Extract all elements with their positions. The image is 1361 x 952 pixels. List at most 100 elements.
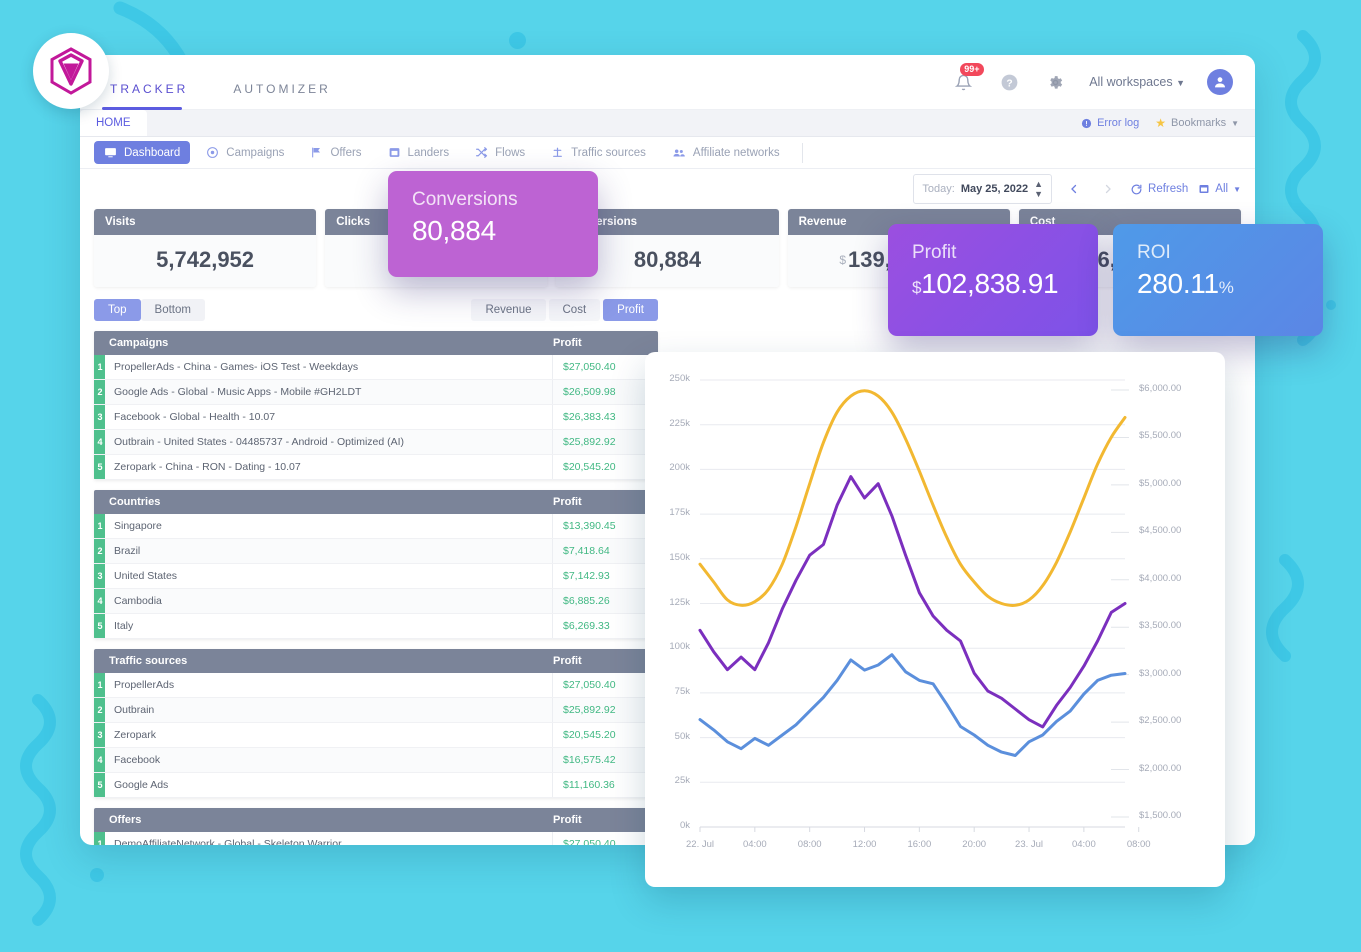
metric-profit[interactable]: Profit [603, 299, 658, 321]
y-axis-right-tick: $4,000.00 [1139, 572, 1182, 584]
anchor-icon [553, 147, 563, 157]
brand-tabs: TRACKER AUTOMIZER [101, 55, 376, 110]
help-button[interactable]: ? [997, 70, 1021, 94]
nav-item-traffic-sources[interactable]: Traffic sources [541, 141, 656, 164]
row-rank: 2 [94, 698, 105, 722]
tab-bottom[interactable]: Bottom [140, 299, 205, 321]
chevron-left-icon [1071, 184, 1077, 194]
bookmarks-button[interactable]: ★ Bookmarks ▼ [1155, 116, 1239, 130]
table-row[interactable]: 3 United States $7,142.93 [94, 564, 658, 589]
avatar[interactable] [1207, 69, 1233, 95]
table-row[interactable]: 1 DemoAffiliateNetwork - Global - Skeleto… [94, 832, 658, 845]
up-down-arrows-icon: ▲ ▼ [1034, 179, 1044, 199]
nav-label: Traffic sources [571, 146, 646, 159]
table-row[interactable]: 4 Facebook $16,575.42 [94, 748, 658, 773]
row-name: PropellerAds [105, 673, 553, 697]
row-rank: 2 [94, 539, 105, 563]
row-profit: $11,160.36 [563, 779, 615, 791]
row-rank: 1 [94, 355, 105, 379]
y-axis-left-tick: 175k [669, 507, 690, 519]
table-row[interactable]: 1 PropellerAds $27,050.40 [94, 673, 658, 698]
floating-card-profit: Profit $102,838.91 [888, 224, 1098, 336]
column-header-metric: Profit [553, 814, 582, 826]
metric-revenue[interactable]: Revenue [471, 299, 546, 321]
row-profit: $7,142.93 [563, 570, 610, 582]
next-date-button[interactable] [1096, 177, 1120, 201]
table-row[interactable]: 4 Cambodia $6,885.26 [94, 589, 658, 614]
svg-text:?: ? [1006, 78, 1012, 89]
table-row[interactable]: 5 Google Ads $11,160.36 [94, 773, 658, 798]
y-axis-right-tick: $4,500.00 [1139, 525, 1182, 537]
x-axis-tick-label: 22. Jul [686, 839, 714, 850]
value-text: 280.11 [1137, 268, 1219, 299]
tab-home[interactable]: HOME [80, 110, 147, 136]
table-row[interactable]: 1 PropellerAds - China - Games- iOS Test … [94, 355, 658, 380]
prev-date-button[interactable] [1062, 177, 1086, 201]
refresh-button[interactable]: Refresh [1130, 183, 1188, 196]
row-name: Google Ads [105, 773, 553, 797]
x-axis-tick-label: 04:00 [742, 839, 767, 850]
y-axis-left-tick: 125k [669, 596, 690, 608]
error-log-label: Error log [1097, 117, 1140, 129]
chart-svg [698, 379, 1140, 832]
kpi-value: 5,742,952 [94, 235, 317, 287]
app-logo [33, 33, 109, 109]
table-row[interactable]: 4 Outbrain - United States - 04485737 - A… [94, 430, 658, 455]
date-prefix: Today: [922, 183, 955, 195]
row-rank: 4 [94, 748, 105, 772]
y-axis-right-tick: $3,500.00 [1139, 620, 1182, 632]
table-countries: Countries Profit 1 Singapore $13,390.45 2 Braz… [94, 490, 658, 639]
floating-card-roi: ROI 280.11% [1113, 224, 1323, 336]
chart-card: 0k 25k 50k 75k 100k 125k 150k 175k 200k 225k 250k $… [645, 352, 1225, 887]
value-text: 80,884 [412, 215, 496, 246]
table-row[interactable]: 2 Google Ads - Global - Music Apps - Mobi… [94, 380, 658, 405]
nav-item-flows[interactable]: Flows [465, 141, 535, 164]
error-log-button[interactable]: Error log [1081, 117, 1139, 129]
bookmarks-label: Bookmarks [1171, 117, 1227, 129]
kpi-value-text: 80,884 [633, 247, 702, 272]
table-row[interactable]: 5 Italy $6,269.33 [94, 614, 658, 639]
tab-top[interactable]: Top [94, 299, 141, 321]
row-profit: $25,892.92 [563, 436, 616, 448]
nav-item-affiliate-networks[interactable]: Affiliate networks [662, 141, 790, 165]
row-rank: 1 [94, 673, 105, 697]
table-row[interactable]: 5 Zeropark - China - RON - Dating - 10.07… [94, 455, 658, 480]
table-row[interactable]: 2 Brazil $7,418.64 [94, 539, 658, 564]
table-row[interactable]: 1 Singapore $13,390.45 [94, 514, 658, 539]
strip-actions: Error log ★ Bookmarks ▼ [1081, 110, 1255, 136]
x-axis-tick-label: 23. Jul [1015, 839, 1044, 850]
row-profit: $7,418.64 [563, 545, 610, 557]
nav-item-offers[interactable]: Offers [300, 141, 371, 164]
settings-button[interactable] [1043, 70, 1067, 94]
y-axis-right-tick: $2,000.00 [1139, 762, 1182, 774]
row-rank: 1 [94, 514, 105, 538]
workspace-selector[interactable]: All workspaces ▼ [1089, 75, 1185, 89]
floating-card-value: $102,838.91 [912, 268, 1074, 300]
date-picker[interactable]: Today: May 25, 2022 ▲ ▼ [913, 174, 1053, 204]
kpi-value-text: 5,742,952 [156, 247, 255, 272]
row-profit: $25,892.92 [563, 704, 616, 716]
row-rank: 1 [94, 832, 105, 845]
nav-label: Offers [330, 146, 362, 159]
columns-selector[interactable]: All ▼ [1198, 183, 1241, 195]
floating-card-label: ROI [1137, 242, 1171, 263]
chevron-down-icon: ▼ [1233, 184, 1241, 194]
row-profit: $20,545.20 [563, 461, 616, 473]
table-traffic-sources: Traffic sources Profit 1 PropellerAds $27,05… [94, 649, 658, 798]
nav-item-dashboard[interactable]: Dashboard [94, 141, 191, 164]
brand-tab-tracker[interactable]: TRACKER [101, 82, 188, 110]
brand-tab-automizer[interactable]: AUTOMIZER [233, 82, 330, 110]
nav-label: Campaigns [226, 146, 285, 159]
row-profit: $20,545.20 [563, 729, 616, 741]
table-row[interactable]: 2 Outbrain $25,892.92 [94, 698, 658, 723]
metric-toggle: Revenue Cost Profit [471, 299, 658, 321]
row-name: DemoAffiliateNetwork - Global - Skeleton… [105, 832, 553, 845]
notifications-button[interactable]: 99+ [951, 63, 984, 94]
target-icon [207, 147, 219, 158]
table-row[interactable]: 3 Facebook - Global - Health - 10.07 $26,3… [94, 405, 658, 430]
metric-cost[interactable]: Cost [548, 299, 601, 321]
nav-item-campaigns[interactable]: Campaigns [196, 141, 294, 164]
table-header: Traffic sources Profit [94, 649, 658, 673]
table-row[interactable]: 3 Zeropark $20,545.20 [94, 723, 658, 748]
nav-item-landers[interactable]: Landers [378, 141, 460, 164]
